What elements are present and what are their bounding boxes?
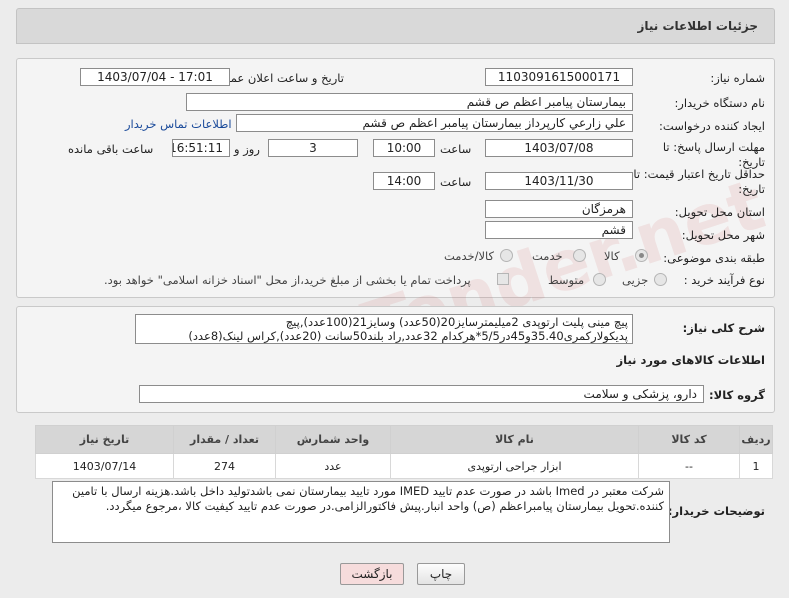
treasury-checkbox[interactable] [497, 273, 509, 285]
creator-label: ایجاد کننده درخواست: [659, 119, 765, 133]
announce-field: 1403/07/04 - 17:01 [80, 68, 230, 86]
process-medium-label: متوسط [548, 273, 585, 287]
col-code: کد کالا [638, 425, 740, 454]
buyer-notes-textarea: شرکت معتبر در Imed باشد در صورت عدم تایی… [52, 481, 670, 543]
process-radio-medium[interactable] [593, 273, 606, 286]
cell-row: 1 [739, 453, 773, 479]
process-minor-label: جزیی [622, 273, 649, 287]
cell-name: ابزار جراحی ارتوپدی [390, 453, 639, 479]
cell-date: 1403/07/14 [35, 453, 174, 479]
summary-label: شرح کلی نیاز: [682, 321, 765, 335]
page-title: جزئیات اطلاعات نیاز [637, 19, 758, 33]
print-button[interactable]: چاپ [417, 563, 465, 585]
col-row: ردیف [739, 425, 773, 454]
category-both-label: کالا/خدمت [444, 249, 495, 263]
contact-info-link[interactable]: اطلاعات تماس خریدار [125, 117, 232, 131]
category-goods-label: کالا [604, 249, 620, 263]
city-label: شهر محل تحویل: [681, 228, 765, 242]
validity-date-field: 1403/11/30 [485, 172, 633, 190]
col-date: تاریخ نیاز [35, 425, 174, 454]
category-radio-both[interactable] [500, 249, 513, 262]
cell-unit: عدد [275, 453, 391, 479]
days-remaining-field: 3 [268, 139, 358, 157]
category-service-label: خدمت [532, 249, 563, 263]
validity-time-field: 14:00 [373, 172, 435, 190]
summary-textarea: پیچ مینی پلیت ارتوپدی 2میلیمترسایز20(50ع… [135, 314, 633, 344]
days-label: روز و [234, 142, 260, 156]
page-header: جزئیات اطلاعات نیاز [16, 8, 775, 44]
buyer-org-field: بیمارستان پیامبر اعظم ص قشم [186, 93, 633, 111]
goods-group-label: گروه کالا: [709, 388, 765, 402]
deadline-time-field: 10:00 [373, 139, 435, 157]
items-table: ردیف کد کالا نام کالا واحد شمارش تعداد /… [35, 425, 773, 479]
goods-section-title: اطلاعات کالاهای مورد نیاز [616, 353, 765, 367]
process-label: نوع فرآیند خرید : [683, 273, 765, 287]
validity-label: حداقل تاریخ اعتبار قیمت: تا [633, 167, 765, 181]
goods-group-field: دارو، پزشکی و سلامت [139, 385, 704, 403]
deadline-time-label: ساعت [440, 142, 472, 156]
province-field: هرمزگان [485, 200, 633, 218]
buyer-notes-label: توضیحات خریدار: [667, 504, 765, 518]
items-table-header: ردیف کد کالا نام کالا واحد شمارش تعداد /… [35, 425, 773, 454]
table-row: 1 -- ابزار جراحی ارتوپدی عدد 274 1403/07… [35, 453, 773, 479]
validity-date-label: تاریخ: [738, 182, 765, 196]
validity-time-label: ساعت [440, 175, 472, 189]
remaining-label: ساعت باقی مانده [68, 142, 154, 156]
creator-field: علي زارعي کارپرداز بیمارستان پیامبر اعظم… [236, 114, 633, 132]
remaining-time-field: 16:51:11 [172, 139, 230, 157]
cell-qty: 274 [173, 453, 276, 479]
province-label: استان محل تحویل: [674, 205, 765, 219]
category-radio-goods[interactable] [635, 249, 648, 262]
col-unit: واحد شمارش [275, 425, 391, 454]
deadline-label: مهلت ارسال پاسخ: تا [662, 140, 765, 154]
category-radio-service[interactable] [573, 249, 586, 262]
need-number-label: شماره نیاز: [710, 71, 765, 85]
category-label: طبقه بندی موضوعی: [663, 251, 765, 265]
treasury-note: پرداخت تمام یا بخشی از مبلغ خرید،از محل … [104, 273, 471, 287]
back-button[interactable]: بازگشت [340, 563, 404, 585]
cell-code: -- [638, 453, 740, 479]
need-number-field: 1103091615000171 [485, 68, 633, 86]
deadline-date-field: 1403/07/08 [485, 139, 633, 157]
buyer-org-label: نام دستگاه خریدار: [674, 96, 765, 110]
col-qty: تعداد / مقدار [173, 425, 276, 454]
process-radio-minor[interactable] [654, 273, 667, 286]
col-name: نام کالا [390, 425, 639, 454]
city-field: قشم [485, 221, 633, 239]
